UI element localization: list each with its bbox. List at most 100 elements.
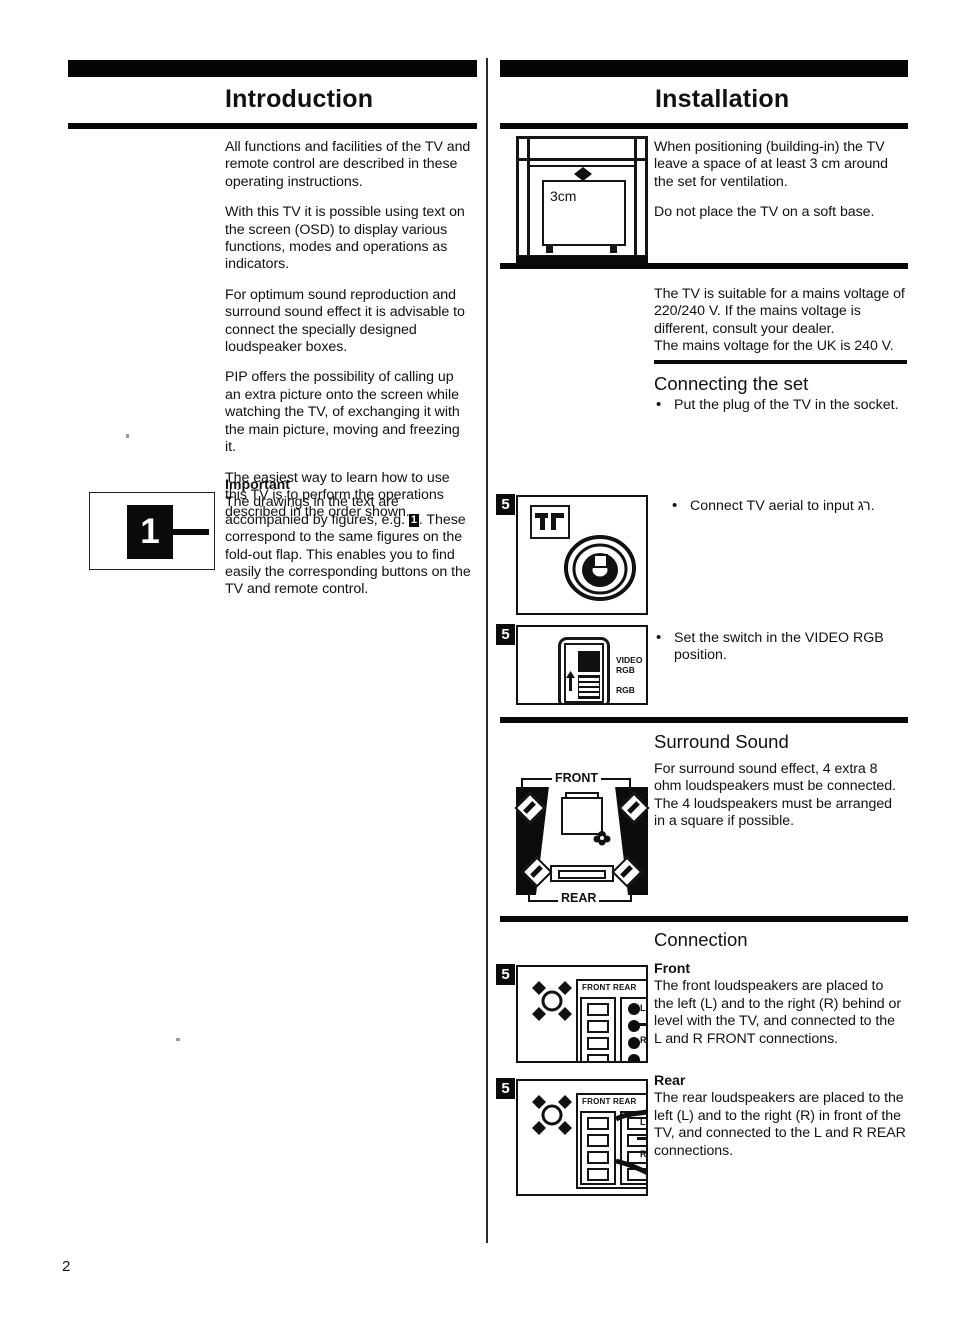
plant-icon xyxy=(593,831,611,846)
figure-badge-front-connection: 5 xyxy=(496,964,515,985)
important-block: Important The drawings in the text are a… xyxy=(225,477,475,599)
intro-paragraph-3: For optimum sound reproduction and surro… xyxy=(225,286,465,356)
cabinet-ventilation-diagram: 3cm xyxy=(516,136,648,267)
rear-subheading: Rear xyxy=(654,1073,686,1089)
aerial-symbol-icon xyxy=(530,505,570,539)
terminal-post xyxy=(628,1054,640,1061)
surround-sound-text: For surround sound effect, 4 extra 8 ohm… xyxy=(654,761,896,830)
switch-slider xyxy=(578,651,600,672)
rear-description: The rear loudspeakers are placed to the … xyxy=(654,1090,906,1159)
figure-badge-rear-connection: 5 xyxy=(496,1078,515,1099)
clearance-arrow-icon xyxy=(574,167,592,181)
positioning-paragraph-2: Do not place the TV on a soft base. xyxy=(654,204,875,221)
speaker-cluster-icon xyxy=(532,1095,572,1135)
rear-connection-figure-box: FRONT REAR L R xyxy=(516,1079,648,1196)
terminal-post xyxy=(628,1003,640,1015)
terminal-slot xyxy=(587,1168,609,1181)
terminal-post xyxy=(628,1037,640,1049)
switch-bullet: Set the switch in the VIDEO RGB position… xyxy=(656,629,926,665)
connect-plug-bullet: Put the plug of the TV in the socket. xyxy=(656,396,924,414)
cabinet-top-shelf xyxy=(519,158,645,161)
figure-1-number: 1 xyxy=(127,505,173,559)
important-heading: Important xyxy=(225,477,290,493)
figure-badge-switch: 5 xyxy=(496,624,515,645)
introduction-body: All functions and facilities of the TV a… xyxy=(225,139,473,522)
terminal-slot xyxy=(587,1134,609,1147)
cabinet-tv-foot xyxy=(546,246,553,253)
speaker-cluster-icon xyxy=(532,981,572,1021)
connection-rule xyxy=(500,916,908,922)
switch-label-video: VIDEO xyxy=(616,655,643,665)
speaker-front-left xyxy=(514,792,546,824)
terminal-divider xyxy=(637,1023,646,1026)
manual-page: Introduction All functions and facilitie… xyxy=(0,0,954,1329)
terminal-mark-R: R xyxy=(640,1149,647,1159)
figure-1-box: 1 xyxy=(89,492,215,570)
front-description: The front loudspeakers are placed to the… xyxy=(654,978,902,1047)
connection-heading: Connection xyxy=(654,929,748,950)
intro-paragraph-2: With this TV it is possible using text o… xyxy=(225,204,465,273)
mains-voltage-text: The TV is suitable for a mains voltage o… xyxy=(654,286,905,355)
aerial-bullet: Connect TV aerial to input רג. xyxy=(672,497,926,515)
terminal-column-front xyxy=(580,997,616,1061)
important-text-before: The drawings in the text are accompanied… xyxy=(225,494,409,528)
positioning-body: When positioning (building-in) the TV le… xyxy=(654,139,904,222)
rear-label: REAR xyxy=(558,891,600,905)
installation-title-rule xyxy=(500,123,908,129)
switch-track xyxy=(578,675,600,699)
speaker-rear-left xyxy=(521,856,553,888)
cabinet-left-post xyxy=(527,139,530,255)
terminal-slot xyxy=(587,1003,609,1016)
speaker-rear-right xyxy=(611,856,643,888)
aerial-figure-box xyxy=(516,495,648,615)
figure-badge-aerial: 5 xyxy=(496,494,515,515)
video-rgb-switch-figure-box: VIDEO RGB RGB xyxy=(516,625,648,705)
scan-speck xyxy=(126,434,129,438)
front-subheading: Front xyxy=(654,961,690,977)
page-number: 2 xyxy=(62,1258,71,1275)
switch-up-arrow-icon xyxy=(566,671,575,691)
terminal-mark-L: L xyxy=(640,1003,646,1013)
terminal-slot xyxy=(587,1054,609,1061)
introduction-title-rule xyxy=(68,123,477,129)
intro-paragraph-1: All functions and facilities of the TV a… xyxy=(225,139,471,190)
terminal-divider xyxy=(637,1137,646,1140)
terminal-mark-L: L xyxy=(640,1117,646,1127)
scan-speck xyxy=(176,1038,180,1041)
surround-sound-rule xyxy=(500,717,908,723)
coax-socket-icon xyxy=(564,535,636,601)
column-divider xyxy=(486,58,488,1243)
connecting-the-set-rule xyxy=(654,360,907,364)
surround-sound-heading: Surround Sound xyxy=(654,731,789,752)
clearance-label: 3cm xyxy=(550,188,577,204)
positioning-paragraph-1: When positioning (building-in) the TV le… xyxy=(654,139,888,190)
terminal-mark-R: R xyxy=(640,1035,647,1045)
inline-figure-badge: 1 xyxy=(408,513,419,527)
terminal-slot xyxy=(587,1037,609,1050)
important-text: The drawings in the text are accompanied… xyxy=(225,494,475,598)
terminal-column-front xyxy=(580,1111,616,1185)
terminal-slot xyxy=(587,1151,609,1164)
mains-section-rule xyxy=(500,263,908,269)
figure-1-connector-line xyxy=(173,529,209,535)
front-label: FRONT xyxy=(552,771,602,785)
terminal-slot xyxy=(587,1117,609,1130)
left-masthead-bar xyxy=(68,60,477,77)
installation-title: Installation xyxy=(655,85,790,113)
front-connection-figure-box: FRONT REAR L R xyxy=(516,965,648,1063)
surround-room-diagram xyxy=(514,787,650,895)
rear-connection-text-block: Rear The rear loudspeakers are placed to… xyxy=(654,1073,906,1160)
speaker-front-right xyxy=(618,792,650,824)
terminal-slot xyxy=(587,1020,609,1033)
right-masthead-bar xyxy=(500,60,908,77)
terminal-block-title: FRONT REAR xyxy=(582,983,637,992)
switch-label-rgb: RGB xyxy=(616,685,635,695)
cabinet-right-post xyxy=(634,139,637,255)
terminal-block-title: FRONT REAR xyxy=(582,1097,637,1106)
introduction-title: Introduction xyxy=(225,85,374,113)
intro-paragraph-4: PIP offers the possibility of calling up… xyxy=(225,369,460,456)
switch-label-rgb-top: RGB xyxy=(616,665,635,675)
front-connection-text-block: Front The front loudspeakers are placed … xyxy=(654,961,906,1048)
connecting-the-set-heading: Connecting the set xyxy=(654,373,809,394)
terminal-post xyxy=(628,1020,640,1032)
